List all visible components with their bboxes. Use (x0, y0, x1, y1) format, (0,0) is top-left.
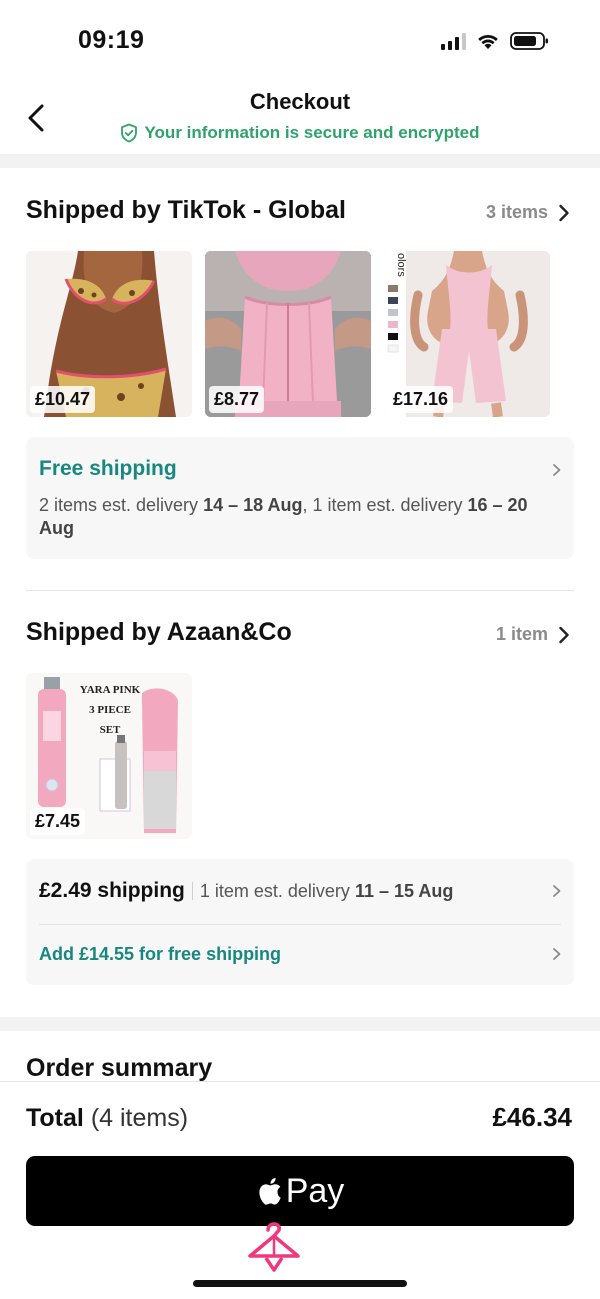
product-image-text: YARA PINK (80, 684, 141, 696)
product-price: £8.77 (209, 386, 265, 413)
shipping-cost-row[interactable]: £2.49 shipping 1 item est. delivery 11 –… (26, 859, 574, 923)
svg-text:YARA PINK: YARA PINK (80, 684, 141, 696)
status-time: 09:19 (78, 26, 145, 54)
items-count: 3 items (485, 202, 548, 222)
items-count: 1 item (495, 624, 548, 644)
shipment-title: Shipped by TikTok - Global (26, 196, 346, 224)
product-price: £17.16 (388, 386, 454, 413)
chevron-right-icon (553, 948, 561, 960)
chevron-right-icon (553, 885, 561, 897)
order-summary-title: Order summary (26, 1054, 213, 1082)
product-price: £10.47 (30, 386, 96, 413)
shield-check-icon (121, 123, 138, 143)
shipping-cost: £2.49 shipping (39, 879, 185, 902)
product-image-text: SET (100, 724, 121, 736)
status-bar: 09:19 (0, 0, 600, 80)
delivery-estimate: 1 item est. delivery 11 – 15 Aug (199, 880, 454, 901)
svg-text:SET: SET (100, 724, 121, 736)
secure-text: Your information is secure and encrypted (144, 123, 480, 142)
delivery-estimate: 2 items est. delivery 14 – 18 Aug, 1 ite… (39, 495, 528, 538)
cellular-signal-icon (441, 32, 466, 50)
product-thumbnail[interactable]: £8.77 (205, 251, 371, 417)
status-icons (441, 30, 550, 52)
battery-icon (510, 32, 548, 50)
chevron-right-icon (553, 464, 561, 476)
divider (26, 590, 574, 591)
separator (191, 882, 193, 900)
shipment-title: Shipped by Azaan&Co (26, 618, 292, 646)
pay-button-label: Pay (285, 1171, 345, 1210)
shipping-title: Free shipping (39, 457, 177, 480)
svg-text:olors: olors (395, 253, 407, 277)
shipping-details[interactable]: Free shipping 2 items est. delivery 14 –… (26, 437, 574, 559)
shipping-details: £2.49 shipping 1 item est. delivery 11 –… (26, 859, 574, 985)
checkout-bottom-bar: Total (4 items) £46.34 Pay (0, 1081, 600, 1299)
home-indicator[interactable] (193, 1280, 407, 1287)
shipment-items-link[interactable]: 1 item (496, 624, 570, 645)
product-thumbnail[interactable]: olors £17.16 (384, 251, 550, 417)
section-separator (0, 154, 600, 168)
shipment-items-link[interactable]: 3 items (486, 202, 570, 223)
chevron-right-icon (559, 204, 569, 221)
total-item-count: (4 items) (90, 1104, 189, 1132)
free-shipping-prompt: Add £14.55 for free shipping (39, 944, 282, 964)
hanger-logo-icon (248, 1222, 300, 1272)
apple-pay-button[interactable]: Pay (26, 1156, 574, 1226)
page-title: Checkout (249, 89, 351, 114)
section-separator (0, 1017, 600, 1031)
total-label: Total (4 items) (26, 1104, 189, 1132)
free-shipping-prompt-row[interactable]: Add £14.55 for free shipping (26, 925, 574, 985)
checkout-header: Checkout Your information is secure and … (0, 80, 600, 154)
wifi-icon (478, 34, 498, 49)
product-overlay-text: olors (395, 253, 407, 277)
product-thumbnail[interactable]: £10.47 (26, 251, 192, 417)
svg-text:3 PIECE: 3 PIECE (89, 704, 131, 716)
chevron-right-icon (559, 626, 569, 643)
product-image-text: 3 PIECE (89, 704, 131, 716)
secure-notice: Your information is secure and encrypted (0, 123, 600, 143)
total-value: £46.34 (492, 1102, 572, 1132)
apple-logo-icon (259, 1177, 281, 1205)
product-thumbnail[interactable]: YARA PINK 3 PIECE SET £7.45 (26, 673, 192, 839)
product-price: £7.45 (30, 808, 86, 835)
